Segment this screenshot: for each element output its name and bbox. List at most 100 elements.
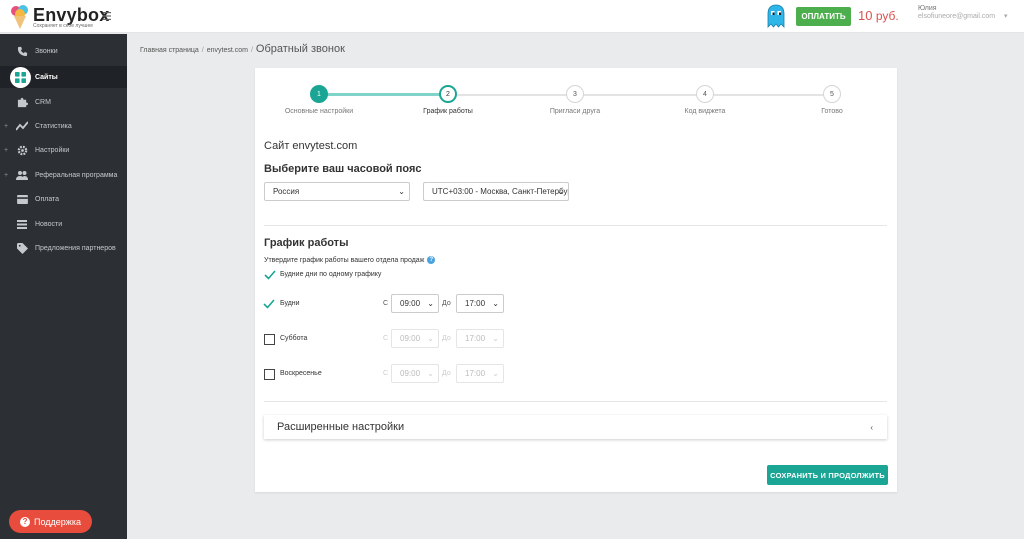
ice-cream-logo-icon[interactable] — [9, 4, 31, 30]
breadcrumb-site[interactable]: envytest.com — [207, 47, 248, 54]
brand-tagline: Сохраняет в себе лучшее — [33, 23, 94, 29]
chevron-down-icon: ⌄ — [492, 369, 499, 378]
sunday-to-select[interactable]: 17:00 ⌄ — [456, 364, 504, 383]
country-select-value: Россия — [273, 187, 300, 196]
timezone-select[interactable]: UTC+03:00 - Москва, Санкт-Петербург ⌄ — [423, 182, 569, 201]
section-divider — [264, 225, 887, 226]
expand-plus-icon[interactable]: + — [4, 172, 8, 179]
section-divider — [264, 401, 887, 402]
sunday-from-select[interactable]: 09:00 ⌄ — [391, 364, 439, 383]
list-icon — [16, 218, 28, 230]
sidebar-item-news[interactable]: Новости — [0, 213, 127, 235]
card-icon — [16, 193, 28, 205]
sidebar-item-label: Новости — [35, 220, 63, 228]
page-title: Обратный звонок — [255, 43, 345, 55]
step-progress-line — [319, 93, 448, 96]
sunday-from-value: 09:00 — [400, 369, 421, 378]
from-label: С — [383, 370, 389, 377]
chevron-down-icon: ⌄ — [557, 187, 564, 196]
saturday-from-select[interactable]: 09:00 ⌄ — [391, 329, 439, 348]
from-label: С — [383, 335, 389, 342]
to-label: До — [442, 370, 451, 377]
saturday-from-value: 09:00 — [400, 334, 421, 343]
tag-icon — [16, 242, 28, 254]
step-3-circle[interactable]: 3 — [566, 85, 584, 103]
schedule-subtitle: Утвердите график работы вашего отдела пр… — [264, 256, 436, 264]
menu-toggle-icon[interactable] — [103, 9, 113, 23]
from-label: С — [383, 300, 389, 307]
chevron-down-icon: ⌄ — [427, 369, 434, 378]
step-5-label: Готово — [821, 108, 843, 115]
step-1-circle[interactable]: 1 — [310, 85, 328, 103]
grid-icon — [10, 66, 31, 88]
step-3-label: Пригласи друга — [549, 108, 601, 115]
advanced-settings-panel[interactable]: Расширенные настройки ‹ — [264, 415, 887, 439]
balance-amount: 10 — [858, 8, 873, 23]
weekdays-from-select[interactable]: 09:00 ⌄ — [391, 294, 439, 313]
balance: 10 руб. — [858, 8, 899, 23]
question-icon: ? — [20, 516, 31, 527]
support-label: Поддержка — [34, 516, 81, 527]
sidebar-item-partners[interactable]: Предложения партнеров — [0, 237, 127, 259]
timezone-title: Выберите ваш часовой пояс — [264, 163, 422, 175]
timezone-select-value: UTC+03:00 - Москва, Санкт-Петербург — [432, 187, 569, 196]
sidebar-item-label: Сайты — [35, 73, 58, 81]
chevron-left-icon[interactable]: ‹ — [870, 423, 873, 432]
ghost-mascot-icon[interactable] — [766, 4, 786, 28]
step-remaining-line — [448, 93, 831, 96]
puzzle-icon — [16, 96, 28, 108]
saturday-checkbox[interactable] — [264, 334, 275, 345]
user-email[interactable]: elsofiuneore@gmail.com — [918, 13, 995, 20]
phone-icon — [16, 45, 28, 57]
same-schedule-label: Будние дни по одному графику — [280, 271, 382, 278]
sidebar-item-label: Звонки — [35, 47, 58, 55]
step-1-label: Основные настройки — [284, 108, 354, 115]
sunday-to-value: 17:00 — [465, 369, 486, 378]
weekdays-to-select[interactable]: 17:00 ⌄ — [456, 294, 504, 313]
chart-icon — [16, 120, 28, 132]
weekdays-to-value: 17:00 — [465, 299, 486, 308]
support-button[interactable]: ? Поддержка — [9, 510, 92, 533]
sidebar-item-calls[interactable]: Звонки — [0, 40, 127, 62]
sidebar-item-label: Статистика — [35, 122, 72, 130]
top-bar: Envybox Сохраняет в себе лучшее ОПЛАТИТЬ… — [0, 0, 1024, 33]
schedule-subtitle-text: Утвердите график работы вашего отдела пр… — [264, 256, 425, 264]
breadcrumb-home[interactable]: Главная страница — [140, 47, 199, 54]
sidebar-item-label: Оплата — [35, 195, 60, 203]
sunday-label: Воскресенье — [280, 370, 322, 377]
sidebar-item-sites[interactable]: Сайты — [0, 66, 127, 88]
breadcrumb: Главная страница / envytest.com / Обратн… — [140, 43, 345, 55]
step-5-circle[interactable]: 5 — [823, 85, 841, 103]
saturday-to-select[interactable]: 17:00 ⌄ — [456, 329, 504, 348]
sidebar-item-statistics[interactable]: + Статистика — [0, 115, 127, 137]
balance-currency: руб. — [875, 9, 899, 23]
sidebar-item-label: Реферальная программа — [35, 171, 118, 179]
pay-button[interactable]: ОПЛАТИТЬ — [796, 7, 851, 26]
to-label: До — [442, 300, 451, 307]
sidebar-item-crm[interactable]: CRM — [0, 91, 127, 113]
expand-plus-icon[interactable]: + — [4, 123, 8, 130]
sidebar-item-referral[interactable]: + Реферальная программа — [0, 164, 127, 186]
chevron-down-icon: ⌄ — [427, 334, 434, 343]
user-name[interactable]: Юлия — [918, 5, 937, 12]
chevron-down-icon: ⌄ — [492, 334, 499, 343]
same-schedule-check-icon[interactable] — [264, 270, 276, 280]
chevron-down-icon: ⌄ — [427, 299, 434, 308]
save-continue-button[interactable]: СОХРАНИТЬ И ПРОДОЛЖИТЬ — [767, 465, 888, 485]
step-4-label: Код виджета — [684, 108, 726, 115]
sidebar-item-settings[interactable]: + Настройки — [0, 139, 127, 161]
sidebar-item-payment[interactable]: Оплата — [0, 188, 127, 210]
step-4-circle[interactable]: 4 — [696, 85, 714, 103]
country-select[interactable]: Россия ⌄ — [264, 182, 410, 201]
help-icon[interactable]: ? — [427, 256, 436, 264]
user-menu-caret-icon[interactable]: ▾ — [1004, 12, 1008, 20]
step-2-label: График работы — [423, 108, 473, 115]
expand-plus-icon[interactable]: + — [4, 147, 8, 154]
wizard-card: 1 2 3 4 5 Основные настройки График рабо… — [255, 68, 897, 492]
weekdays-check-icon[interactable] — [263, 299, 275, 309]
sunday-checkbox[interactable] — [264, 369, 275, 380]
sidebar-item-label: Настройки — [35, 146, 70, 154]
chevron-down-icon: ⌄ — [492, 299, 499, 308]
weekdays-label: Будни — [280, 300, 300, 307]
step-2-circle[interactable]: 2 — [439, 85, 457, 103]
